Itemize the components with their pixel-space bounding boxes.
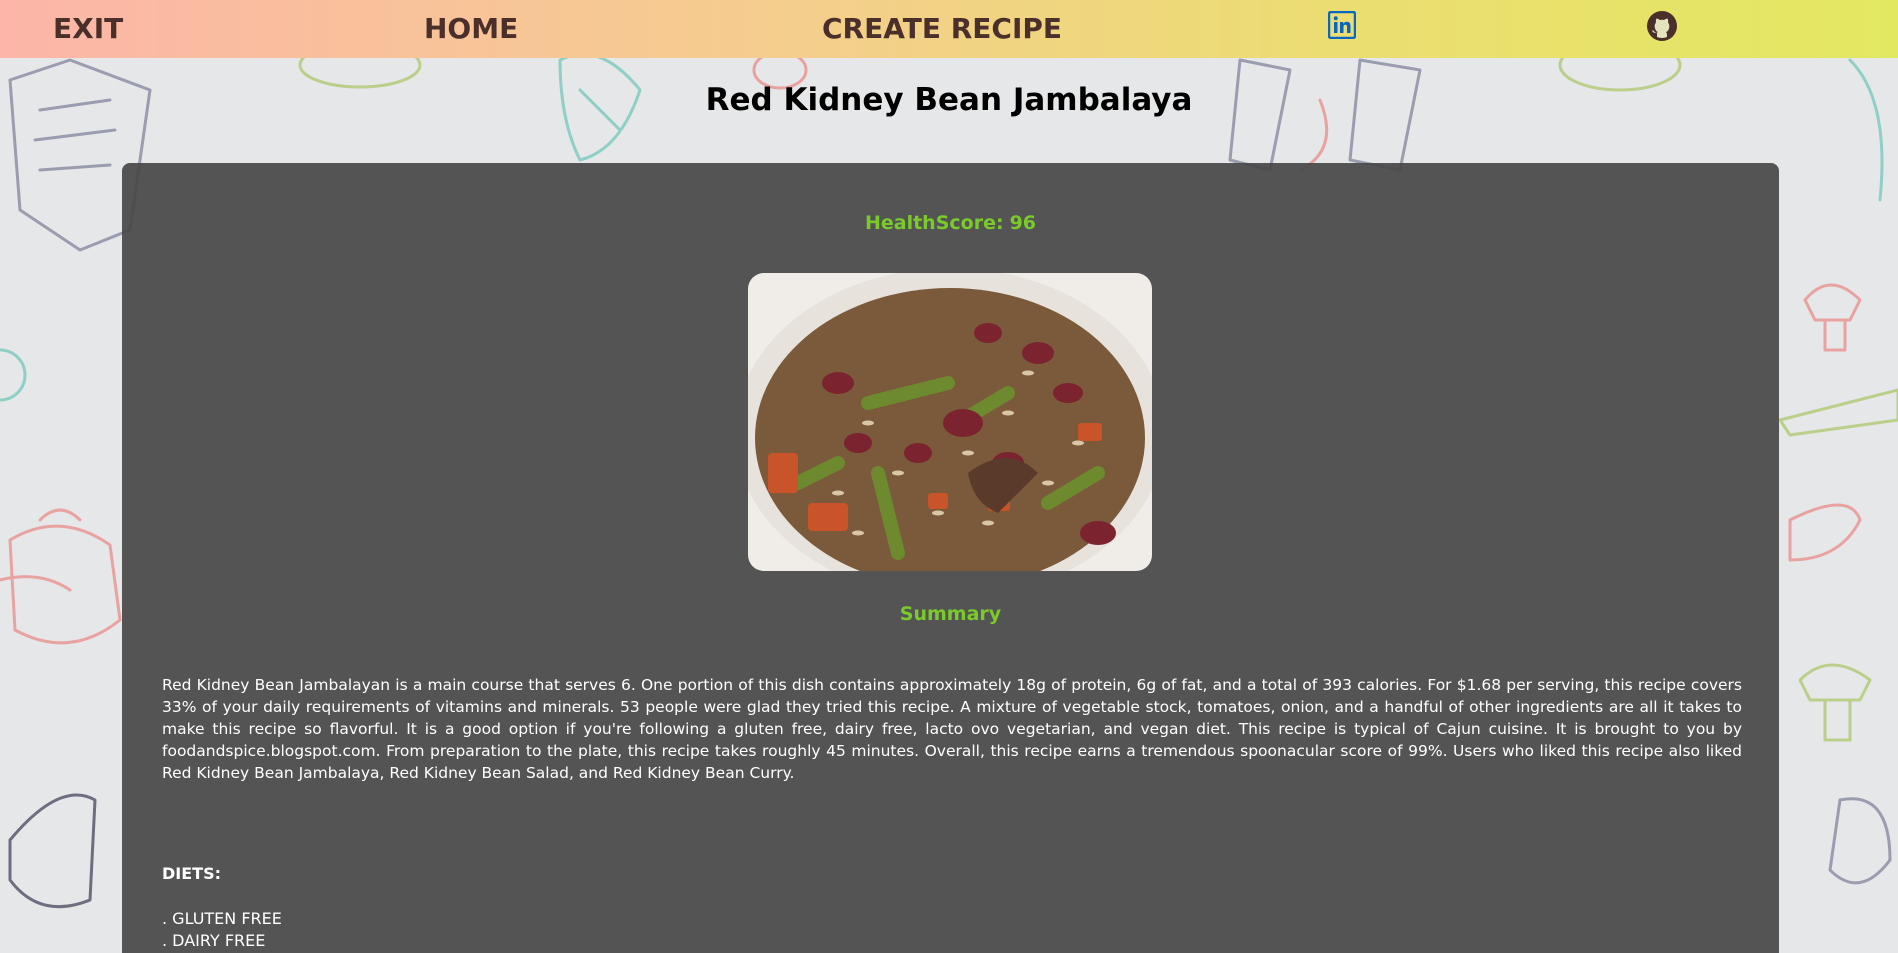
create-recipe-link[interactable]: CREATE RECIPE bbox=[822, 12, 1062, 45]
recipe-image bbox=[748, 273, 1152, 571]
health-score: HealthScore: 96 bbox=[122, 212, 1779, 234]
recipe-title: Red Kidney Bean Jambalaya bbox=[705, 82, 1193, 118]
linkedin-icon[interactable] bbox=[1327, 10, 1357, 40]
health-score-label: HealthScore: bbox=[864, 212, 1004, 234]
diets-list: GLUTEN FREE DAIRY FREE bbox=[162, 908, 282, 952]
summary-heading: Summary bbox=[899, 603, 1002, 625]
github-icon[interactable] bbox=[1646, 10, 1678, 42]
diet-item: GLUTEN FREE bbox=[162, 908, 282, 930]
home-link[interactable]: HOME bbox=[424, 12, 518, 45]
diet-item: DAIRY FREE bbox=[162, 930, 282, 952]
summary-text: Red Kidney Bean Jambalayan is a main cou… bbox=[162, 676, 1742, 782]
top-navbar: EXIT HOME CREATE RECIPE bbox=[0, 0, 1898, 58]
diets-heading: DIETS: bbox=[162, 864, 221, 883]
health-score-value: 96 bbox=[1009, 212, 1037, 234]
exit-link[interactable]: EXIT bbox=[53, 12, 123, 45]
recipe-card: HealthScore: 96 Summary Red Kidney Bean … bbox=[122, 163, 1779, 953]
